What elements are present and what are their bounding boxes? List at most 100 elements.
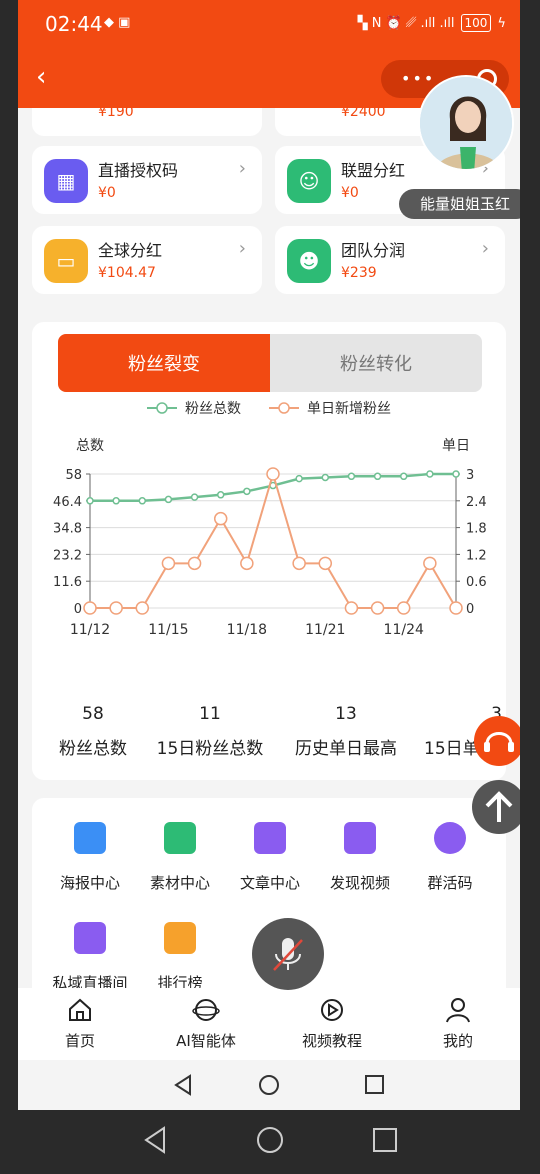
status-time: 02:44 [45, 12, 103, 36]
tile-team-profit[interactable]: ☻ 团队分润 ¥239 › [275, 226, 505, 294]
legend-item-daily[interactable]: 单日新增粉丝 [269, 398, 391, 418]
y-tick-label-right: 0 [466, 602, 474, 617]
chevron-right-icon: › [238, 238, 246, 259]
menu-ranking[interactable]: 排行榜 [135, 922, 225, 988]
data-point [295, 474, 303, 483]
menu-material-center[interactable]: 素材中心 [135, 822, 225, 893]
data-point [213, 511, 228, 526]
y-tick-label-left: 0 [74, 602, 82, 617]
tile-partial-left[interactable]: ¥190 [32, 108, 262, 136]
user-card-icon: ▭ [44, 239, 88, 283]
data-point [164, 495, 173, 504]
tab-ai-agent[interactable]: AI智能体 [156, 996, 256, 1051]
data-point [452, 470, 460, 478]
y-tick-label-left: 58 [65, 468, 82, 483]
tile-title: 联盟分红 [341, 161, 406, 180]
mic-muted-icon [273, 938, 303, 971]
data-point [138, 497, 147, 505]
fan-tabs: 粉丝裂变 粉丝转化 [58, 334, 482, 392]
article-icon [254, 822, 286, 854]
menu-label: 私域直播间 [52, 974, 128, 988]
y-tick-label-right: 3 [466, 468, 474, 483]
menu-label: 排行榜 [157, 974, 203, 988]
menu-discover-video[interactable]: 发现视频 [315, 822, 405, 893]
data-point [112, 497, 120, 505]
stat-history-max: 13 历史单日最高 [286, 704, 406, 759]
data-point [347, 472, 356, 481]
y-tick-label-left: 46.4 [53, 495, 82, 510]
y-axis-left-title: 总数 [76, 438, 104, 454]
status-right: ▚ N ⏰ ␥ .ıll .ıll 100 ϟ [358, 14, 506, 32]
back-icon[interactable]: ‹ [36, 62, 46, 92]
tab-label: 首页 [64, 1032, 95, 1050]
menu-label: 素材中心 [149, 874, 210, 892]
y-tick-label-right: 1.2 [466, 548, 487, 563]
signal-icon: ▚ N ⏰ ␥ .ıll .ıll [357, 15, 455, 31]
tab-home[interactable]: 首页 [30, 996, 130, 1051]
legend-label: 粉丝总数 [185, 401, 241, 417]
data-point [266, 467, 280, 481]
scroll-top-button[interactable] [472, 780, 520, 834]
tab-mine[interactable]: 我的 [408, 996, 508, 1051]
x-tick-label: 11/12 [70, 622, 110, 638]
menu-private-live-room[interactable]: 私域直播间 [45, 922, 135, 988]
back-triangle-icon[interactable] [144, 1126, 165, 1154]
data-point [135, 601, 150, 615]
floating-avatar-name[interactable]: 能量姐姐玉红 [399, 189, 520, 219]
data-point [426, 470, 434, 478]
tile-global-dividend[interactable]: ▭ 全球分红 ¥104.47 › [32, 226, 262, 294]
home-circle-icon[interactable] [259, 1075, 279, 1095]
tab-video-tutorial[interactable]: 视频教程 [282, 996, 382, 1051]
menu-article-center[interactable]: 文章中心 [225, 822, 315, 893]
page-content: ¥190 ¥2400 ▦ 直播授权码 ¥0 › ☺ 联盟分红 ¥0 › ▭ 全球… [18, 108, 520, 988]
team-icon: ☻ [287, 239, 331, 283]
recents-square-icon[interactable] [365, 1075, 384, 1094]
notification-icons: ◆ ▣ [104, 15, 131, 30]
stat-15day-total: 11 15日粉丝总数 [150, 704, 270, 759]
y-axis-right-title: 单日 [442, 438, 470, 454]
stat-total: 58 粉丝总数 [33, 704, 153, 759]
menu-label: 群活码 [427, 874, 473, 892]
y-tick-label-left: 23.2 [53, 548, 82, 563]
video-tutorial-icon [321, 999, 343, 1021]
floating-avatar[interactable] [418, 75, 514, 171]
stat-label: 粉丝总数 [59, 739, 127, 759]
data-point [187, 556, 202, 571]
tab-fan-fission[interactable]: 粉丝裂变 [58, 334, 270, 392]
legend-item-total[interactable]: 粉丝总数 [147, 398, 241, 418]
tile-title: 直播授权码 [98, 161, 179, 180]
ai-agent-icon [192, 999, 220, 1021]
stat-number: 58 [82, 704, 104, 724]
data-point [449, 601, 463, 615]
chevron-right-icon: › [481, 238, 489, 259]
back-triangle-icon[interactable] [174, 1074, 191, 1096]
data-point [423, 556, 437, 571]
profile-icon [446, 998, 470, 1023]
home-circle-icon[interactable] [257, 1127, 283, 1153]
data-point [396, 601, 411, 615]
data-point [318, 556, 333, 571]
recents-square-icon[interactable] [373, 1128, 397, 1152]
data-point [243, 487, 251, 496]
tile-value: ¥239 [341, 265, 377, 281]
avatar-portrait [420, 77, 512, 169]
tab-fan-conversion[interactable]: 粉丝转化 [270, 334, 482, 392]
more-icon[interactable]: ••• [401, 69, 435, 88]
voice-input-button[interactable] [252, 918, 324, 990]
tile-value: ¥104.47 [98, 265, 156, 281]
tile-live-auth-code[interactable]: ▦ 直播授权码 ¥0 › [32, 146, 262, 214]
stat-label: 历史单日最高 [295, 739, 397, 759]
customer-service-button[interactable] [474, 716, 520, 766]
ranking-icon [164, 922, 196, 954]
bottom-tab-bar: 首页 AI智能体 视频教程 我的 [18, 988, 520, 1060]
chart-legend: 粉丝总数 单日新增粉丝 [18, 398, 520, 418]
legend-line-icon [269, 402, 299, 414]
charging-icon: ϟ [497, 15, 506, 31]
tile-title: 团队分润 [341, 241, 406, 260]
x-tick-label: 11/24 [384, 622, 424, 638]
arrow-up-icon [485, 791, 513, 822]
tab-label: 我的 [442, 1032, 473, 1050]
data-point [83, 601, 97, 615]
menu-poster-center[interactable]: 海报中心 [45, 822, 135, 893]
tile-value: ¥0 [341, 185, 359, 201]
